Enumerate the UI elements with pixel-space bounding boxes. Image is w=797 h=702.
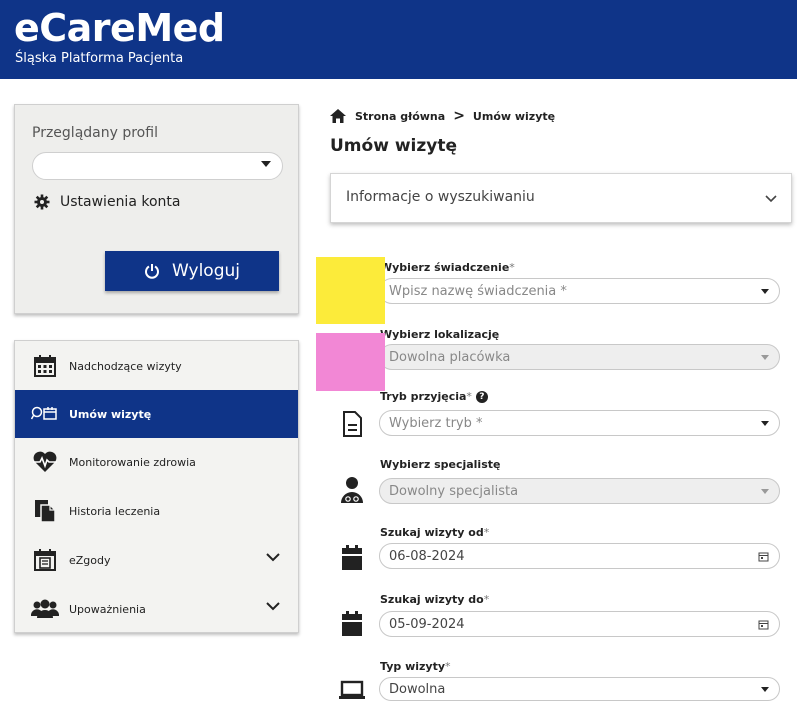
location-label: Wybierz lokalizację (380, 328, 499, 341)
sidebar-item-upcoming-visits[interactable]: Nadchodzące wizyty (15, 342, 298, 390)
sidebar-item-health-monitoring[interactable]: Monitorowanie zdrowia (15, 438, 298, 486)
location-label-text: Wybierz lokalizację (380, 328, 500, 341)
mode-placeholder: Wybierz tryb * (389, 415, 483, 431)
date-from-label-text: Szukaj wizyty od (380, 526, 484, 539)
caret-down-icon (761, 289, 769, 294)
calendar-icon (30, 352, 60, 380)
gear-icon (34, 194, 50, 210)
sidebar-item-label: Umów wizytę (69, 407, 152, 421)
profile-select[interactable] (32, 152, 283, 180)
service-label: Wybierz świadczenie* (380, 261, 515, 274)
service-select[interactable]: Wpisz nazwę świadczenia * (379, 278, 780, 304)
breadcrumb-current: Umów wizytę (472, 109, 556, 123)
consent-calendar-icon (30, 546, 60, 574)
logout-button[interactable]: Wyloguj (105, 251, 279, 291)
date-from-label: Szukaj wizyty od* (380, 526, 489, 539)
account-settings-label: Ustawienia konta (60, 194, 181, 210)
documents-icon (30, 497, 60, 525)
profile-card: Przeglądany profil Ustawienia konta Wylo… (14, 104, 299, 314)
calendar-picker-icon[interactable] (758, 551, 769, 562)
date-to-label: Szukaj wizyty do* (380, 593, 489, 606)
date-to-label-text: Szukaj wizyty do (380, 593, 484, 606)
app-header: eCareMed Śląska Platforma Pacjenta (0, 0, 797, 79)
visit-type-label-text: Typ wizyty (380, 660, 446, 673)
calendar-picker-icon[interactable] (758, 619, 769, 630)
chevron-down-icon (266, 602, 280, 611)
caret-down-icon (261, 161, 271, 167)
required-mark: * (445, 660, 451, 673)
required-mark: * (483, 526, 490, 539)
breadcrumb-separator: > (453, 108, 465, 124)
profile-label: Przeglądany profil (32, 125, 158, 141)
caret-down-icon (761, 355, 769, 360)
visit-type-select[interactable]: Dowolna (379, 677, 780, 701)
help-icon[interactable]: ? (475, 391, 488, 403)
search-info-label: Informacje o wyszukiwaniu (346, 189, 535, 205)
heart-pulse-icon (30, 448, 60, 476)
breadcrumb-home[interactable]: Strona główna (355, 110, 445, 123)
account-settings-link[interactable]: Ustawienia konta (34, 194, 180, 210)
redaction-block-yellow (316, 257, 385, 324)
sidebar-menu: Nadchodzące wizyty Umów wizytę Monitorow… (14, 340, 299, 633)
mode-label-text: Tryb przyjęcia (380, 390, 467, 403)
mode-label: Tryb przyjęcia*? (380, 390, 488, 403)
sidebar-item-label: Upoważnienia (69, 602, 146, 616)
document-icon (338, 407, 366, 441)
redaction-block-pink (316, 333, 385, 391)
service-label-text: Wybierz świadczenie (380, 261, 510, 274)
search-info-accordion[interactable]: Informacje o wyszukiwaniu (330, 173, 792, 223)
specialist-value: Dowolny specjalista (389, 483, 519, 499)
date-from-input[interactable]: 06-08-2024 (379, 543, 780, 569)
service-placeholder: Wpisz nazwę świadczenia * (389, 283, 567, 299)
sidebar-item-ezgody[interactable]: eZgody (15, 536, 298, 584)
doctor-icon (338, 473, 366, 507)
location-value: Dowolna placówka (389, 349, 511, 365)
caret-down-icon (761, 687, 769, 692)
caret-down-icon (761, 421, 769, 426)
sidebar-item-book-visit[interactable]: Umów wizytę (15, 390, 298, 438)
search-calendar-icon (30, 400, 60, 428)
date-from-value: 06-08-2024 (389, 548, 465, 564)
visit-type-label: Typ wizyty* (380, 660, 451, 673)
required-mark: * (509, 261, 515, 274)
laptop-icon (338, 672, 366, 702)
specialist-select[interactable]: Dowolny specjalista (379, 478, 780, 504)
sidebar-item-treatment-history[interactable]: Historia leczenia (15, 487, 298, 535)
specialist-label-text: Wybierz specjalistę (380, 458, 501, 471)
date-to-input[interactable]: 05-09-2024 (379, 611, 780, 637)
mode-select[interactable]: Wybierz tryb * (379, 410, 780, 436)
users-icon (30, 595, 60, 623)
home-icon[interactable] (330, 109, 346, 123)
visit-type-value: Dowolna (389, 681, 446, 697)
location-select[interactable]: Dowolna placówka (379, 344, 780, 370)
required-mark: * (466, 390, 472, 403)
breadcrumb: Strona główna > Umów wizytę (330, 108, 555, 124)
power-icon (145, 264, 159, 279)
chevron-down-icon (765, 195, 777, 203)
calendar-icon (338, 607, 366, 641)
brand-logo[interactable]: eCareMed (14, 6, 225, 50)
sidebar-item-authorizations[interactable]: Upoważnienia (15, 585, 298, 633)
calendar-icon (338, 541, 366, 575)
sidebar-item-label: eZgody (69, 553, 111, 567)
caret-down-icon (761, 489, 769, 494)
date-to-value: 05-09-2024 (389, 616, 465, 632)
specialist-label: Wybierz specjalistę (380, 458, 500, 471)
chevron-down-icon (266, 553, 280, 562)
logout-label: Wyloguj (172, 261, 240, 281)
required-mark: * (483, 593, 490, 606)
sidebar-item-label: Monitorowanie zdrowia (69, 455, 196, 469)
page-title: Umów wizytę (330, 136, 457, 156)
brand-subtitle: Śląska Platforma Pacjenta (15, 51, 184, 66)
sidebar-item-label: Historia leczenia (69, 504, 161, 518)
sidebar-item-label: Nadchodzące wizyty (69, 359, 182, 373)
